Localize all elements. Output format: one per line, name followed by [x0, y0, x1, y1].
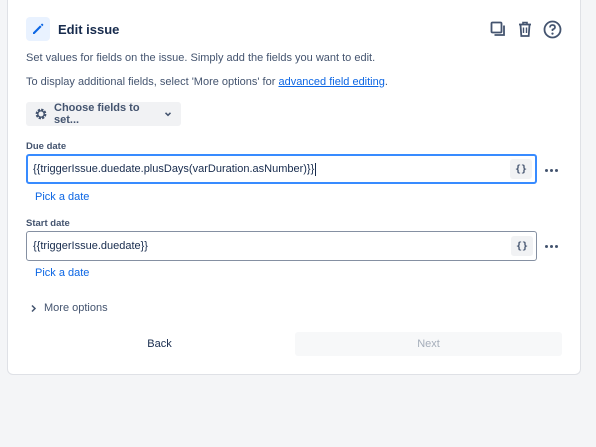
due-date-smart-value-button[interactable]: {} — [510, 159, 532, 179]
due-date-pick-date-link[interactable]: Pick a date — [35, 191, 89, 203]
duplicate-icon[interactable] — [488, 19, 508, 39]
panel-title: Edit issue — [58, 21, 120, 37]
back-button[interactable]: Back — [26, 332, 293, 356]
chevron-down-icon — [163, 109, 173, 119]
due-date-label: Due date — [26, 141, 67, 152]
start-date-input[interactable]: {{triggerIssue.duedate}} {} — [26, 231, 537, 261]
choose-fields-button[interactable]: Choose fields to set... — [26, 102, 181, 126]
description-line-2: To display additional fields, select 'Mo… — [26, 76, 388, 88]
due-date-value: {{triggerIssue.duedate.plusDays(varDurat… — [33, 163, 315, 175]
dot-icon — [544, 244, 548, 248]
start-date-pick-date-link[interactable]: Pick a date — [35, 267, 89, 279]
due-date-more-actions-button[interactable] — [541, 160, 561, 180]
start-date-label: Start date — [26, 218, 70, 229]
pencil-icon — [26, 17, 50, 41]
due-date-input[interactable]: {{triggerIssue.duedate.plusDays(varDurat… — [26, 154, 537, 184]
panel-header: Edit issue — [26, 17, 562, 41]
text-caret — [315, 162, 317, 176]
start-date-more-actions-button[interactable] — [541, 236, 561, 256]
choose-fields-label: Choose fields to set... — [54, 102, 140, 126]
edit-issue-panel: Edit issue Set values for fields on the … — [7, 0, 581, 375]
dot-icon — [549, 168, 553, 172]
more-options-toggle[interactable]: More options — [29, 302, 108, 314]
advanced-field-editing-link[interactable]: advanced field editing — [278, 76, 384, 88]
more-options-label: More options — [44, 302, 108, 314]
description-text: To display additional fields, select 'Mo… — [26, 76, 279, 88]
description-suffix: . — [384, 76, 388, 88]
gear-icon — [34, 107, 48, 121]
next-button[interactable]: Next — [295, 332, 562, 356]
dot-icon — [554, 168, 558, 172]
dot-icon — [549, 244, 553, 248]
description-line-1: Set values for fields on the issue. Simp… — [26, 52, 376, 64]
chevron-right-icon — [29, 304, 38, 313]
trash-icon[interactable] — [515, 19, 535, 39]
dot-icon — [544, 168, 548, 172]
start-date-smart-value-button[interactable]: {} — [511, 236, 533, 256]
start-date-value: {{triggerIssue.duedate}} — [33, 240, 148, 252]
header-actions — [488, 19, 562, 39]
help-icon[interactable] — [542, 19, 562, 39]
dot-icon — [554, 244, 558, 248]
